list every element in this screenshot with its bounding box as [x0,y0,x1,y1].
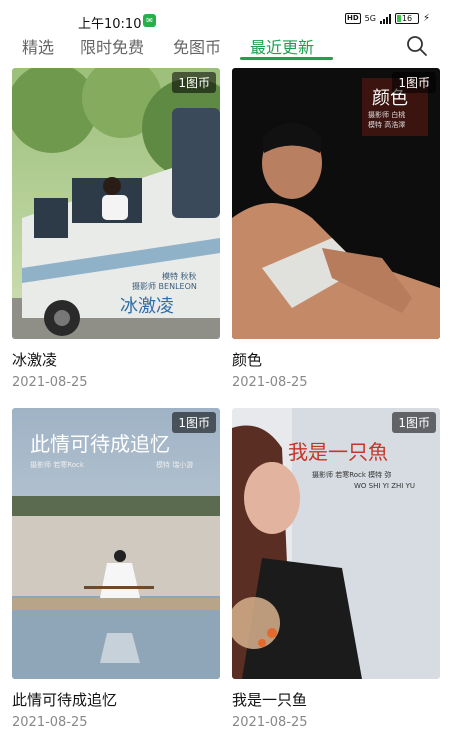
tab-coin-free[interactable]: 免图币 [173,34,221,58]
tab-featured[interactable]: 精选 [22,34,54,58]
album-cover[interactable]: 我是一只魚 摄影师 若寒Rock 模特 弥 WO SHI YI ZHI YU 1… [232,408,440,679]
cover-title: 我是一只魚 [288,440,388,464]
battery-icon: 16 [394,13,419,24]
album-card[interactable]: 此情可待成追忆 摄影师 若寒Rock 模特 瑞小游 1图币 此情可待成追忆 20… [12,408,220,730]
signal-icon [379,13,391,24]
tab-recent-updates[interactable]: 最近更新 [250,34,314,58]
status-bar: 上午10:10 ✉ HD 5G 16 ⚡ [0,0,450,32]
album-date: 2021-08-25 [232,375,308,390]
cover-credit: 模特 瑞小游 [156,461,194,469]
price-tag: 1图币 [172,72,216,93]
price-tag: 1图币 [392,412,436,433]
cover-credit: 摄影师 白桃 [368,111,406,119]
category-tabs: 精选 限时免费 免图币 最近更新 [0,32,450,60]
battery-level: 16 [401,14,413,23]
album-card[interactable]: 我是一只魚 摄影师 若寒Rock 模特 弥 WO SHI YI ZHI YU 1… [232,408,440,730]
cover-title: 此情可待成追忆 [30,432,170,456]
cover-credit: WO SHI YI ZHI YU [354,482,415,490]
album-date: 2021-08-25 [12,715,88,730]
album-date: 2021-08-25 [232,715,308,730]
status-time: 上午10:10 [78,17,142,32]
album-title[interactable]: 此情可待成追忆 [12,689,117,710]
album-title[interactable]: 我是一只鱼 [232,689,307,710]
album-card[interactable]: 颜色 摄影师 白桃 模特 高浩澤 1图币 颜色 2021-08-25 [232,68,440,390]
tab-limited-free[interactable]: 限时免费 [80,34,144,58]
album-title[interactable]: 冰激凌 [12,349,57,370]
status-indicators: HD 5G 16 ⚡ [345,13,430,24]
active-tab-indicator [240,57,333,60]
album-title[interactable]: 颜色 [232,349,262,370]
album-date: 2021-08-25 [12,375,88,390]
hd-icon: HD [345,13,361,24]
cover-credit: 摄影师 若寒Rock [30,461,84,469]
cover-credit: 摄影师 若寒Rock 模特 弥 [312,471,392,479]
network-type: 5G [364,14,376,23]
cover-title: 冰激凌 [120,296,174,317]
price-tag: 1图币 [172,412,216,433]
album-cover[interactable]: 颜色 摄影师 白桃 模特 高浩澤 1图币 [232,68,440,339]
search-icon[interactable] [406,35,428,57]
cover-credit: 摄影师 BENLEON [132,282,197,291]
wechat-notification-icon: ✉ [143,14,156,27]
album-cover[interactable]: 模特 秋秋 摄影师 BENLEON 冰激凌 1图币 [12,68,220,339]
cover-credit: 模特 高浩澤 [368,121,406,129]
album-card[interactable]: 模特 秋秋 摄影师 BENLEON 冰激凌 1图币 冰激凌 2021-08-25 [12,68,220,390]
charging-icon: ⚡ [422,13,430,24]
album-cover[interactable]: 此情可待成追忆 摄影师 若寒Rock 模特 瑞小游 1图币 [12,408,220,679]
price-tag: 1图币 [392,72,436,93]
